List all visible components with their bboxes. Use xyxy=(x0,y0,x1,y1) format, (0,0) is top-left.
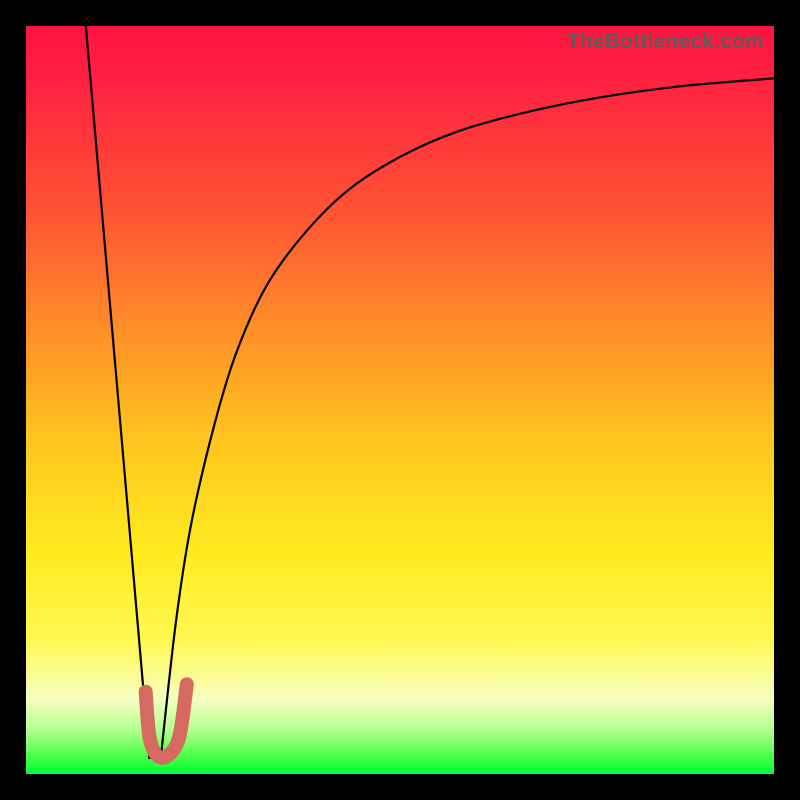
plot-area: TheBottleneck.com xyxy=(26,26,774,774)
descending-line xyxy=(86,26,150,759)
rising-curve xyxy=(161,78,774,759)
j-marker xyxy=(146,684,187,757)
chart-frame: TheBottleneck.com xyxy=(0,0,800,800)
chart-svg xyxy=(26,26,774,774)
